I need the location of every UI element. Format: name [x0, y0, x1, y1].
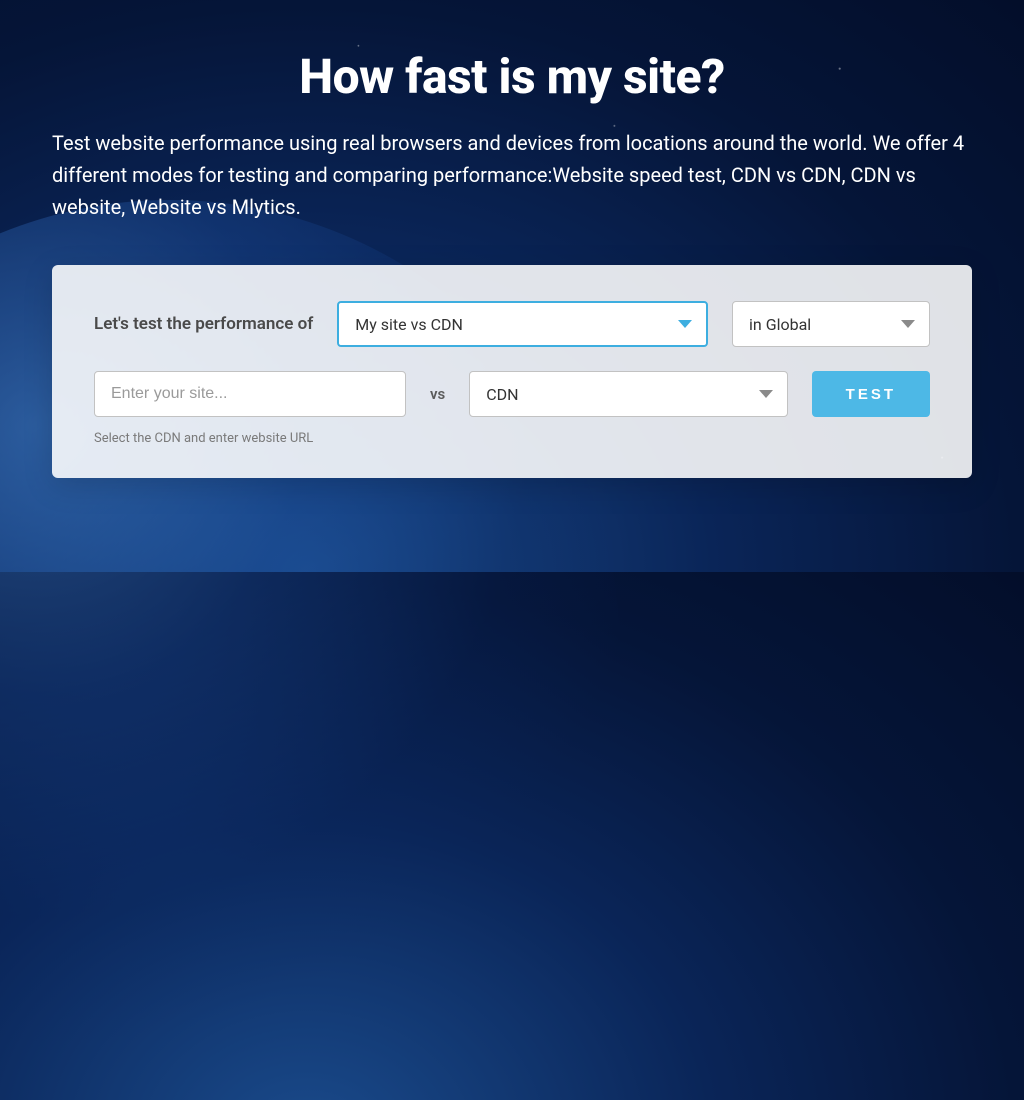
- region-select-value: in Global: [749, 315, 811, 334]
- mode-select-value: My site vs CDN: [355, 315, 463, 334]
- vs-label: vs: [430, 385, 445, 403]
- page-subtitle: Test website performance using real brow…: [52, 127, 972, 223]
- site-url-input[interactable]: [94, 371, 406, 417]
- chevron-down-icon: [901, 320, 915, 328]
- cdn-select-value: CDN: [486, 385, 518, 404]
- test-form-card: Let's test the performance of My site vs…: [52, 265, 972, 478]
- lead-label: Let's test the performance of: [94, 314, 313, 334]
- region-select[interactable]: in Global: [732, 301, 930, 347]
- chevron-down-icon: [678, 320, 692, 328]
- test-button[interactable]: TEST: [812, 371, 930, 417]
- mode-select[interactable]: My site vs CDN: [337, 301, 708, 347]
- chevron-down-icon: [759, 390, 773, 398]
- form-hint: Select the CDN and enter website URL: [94, 431, 930, 446]
- page-title: How fast is my site?: [52, 48, 972, 105]
- cdn-select[interactable]: CDN: [469, 371, 787, 417]
